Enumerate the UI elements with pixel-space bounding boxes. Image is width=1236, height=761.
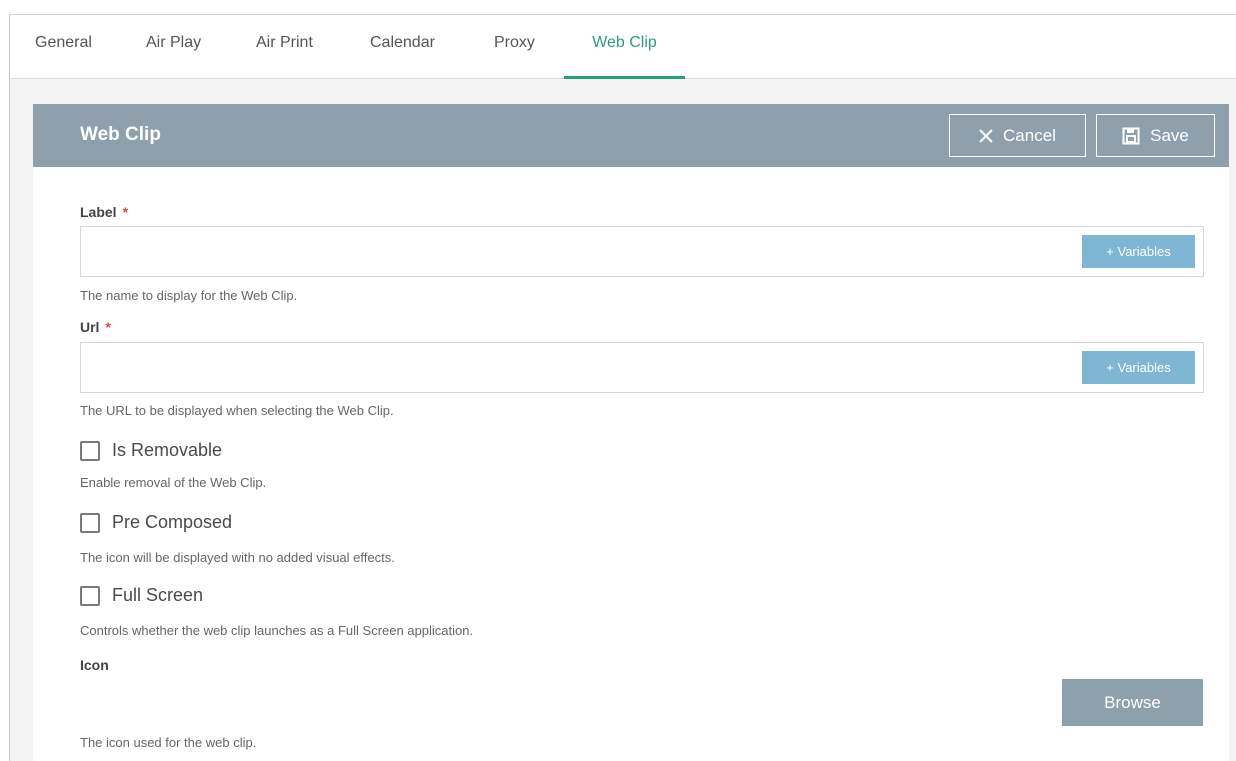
is-removable-label[interactable]: Is Removable	[112, 440, 222, 461]
tab-web-clip[interactable]: Web Clip	[564, 15, 685, 79]
panel-header: Web Clip Cancel Save	[33, 104, 1229, 167]
is-removable-checkbox[interactable]	[80, 440, 100, 461]
save-button[interactable]: Save	[1096, 114, 1215, 157]
label-field-label: Label *	[80, 204, 129, 220]
tab-bar: General Air Play Air Print Calendar Prox…	[10, 15, 1236, 79]
label-help-text: The name to display for the Web Clip.	[80, 288, 298, 303]
pre-composed-row: Pre Composed	[80, 512, 232, 533]
full-screen-help-text: Controls whether the web clip launches a…	[80, 623, 474, 638]
label-variables-button[interactable]: + Variables	[1082, 235, 1195, 268]
required-marker: *	[105, 319, 111, 335]
pre-composed-label[interactable]: Pre Composed	[112, 512, 232, 533]
is-removable-row: Is Removable	[80, 440, 222, 461]
close-icon	[979, 128, 993, 143]
pre-composed-checkbox[interactable]	[80, 512, 100, 533]
full-screen-label[interactable]: Full Screen	[112, 585, 203, 606]
url-help-text: The URL to be displayed when selecting t…	[80, 403, 394, 418]
tab-air-print[interactable]: Air Print	[244, 15, 325, 79]
floppy-disk-icon	[1122, 127, 1140, 145]
full-screen-row: Full Screen	[80, 585, 203, 606]
tab-calendar[interactable]: Calendar	[358, 15, 447, 79]
icon-field-label: Icon	[80, 657, 109, 673]
cancel-button-label: Cancel	[1003, 125, 1056, 145]
is-removable-help-text: Enable removal of the Web Clip.	[80, 475, 267, 490]
required-marker: *	[122, 204, 129, 220]
url-input[interactable]: + Variables	[80, 342, 1204, 393]
profile-editor-frame: General Air Play Air Print Calendar Prox…	[9, 14, 1236, 761]
tab-general[interactable]: General	[23, 15, 104, 79]
tab-proxy[interactable]: Proxy	[482, 15, 547, 79]
cancel-button[interactable]: Cancel	[949, 114, 1086, 157]
label-input[interactable]: + Variables	[80, 226, 1204, 277]
tab-air-play[interactable]: Air Play	[134, 15, 213, 79]
icon-help-text: The icon used for the web clip.	[80, 735, 257, 750]
web-clip-panel: Web Clip Cancel Save Label * + Variables …	[33, 104, 1229, 761]
save-button-label: Save	[1150, 125, 1189, 145]
pre-composed-help-text: The icon will be displayed with no added…	[80, 550, 395, 565]
url-variables-button[interactable]: + Variables	[1082, 351, 1195, 384]
full-screen-checkbox[interactable]	[80, 585, 100, 606]
panel-title: Web Clip	[80, 124, 161, 145]
browse-button[interactable]: Browse	[1062, 679, 1203, 726]
url-field-label: Url *	[80, 319, 111, 335]
